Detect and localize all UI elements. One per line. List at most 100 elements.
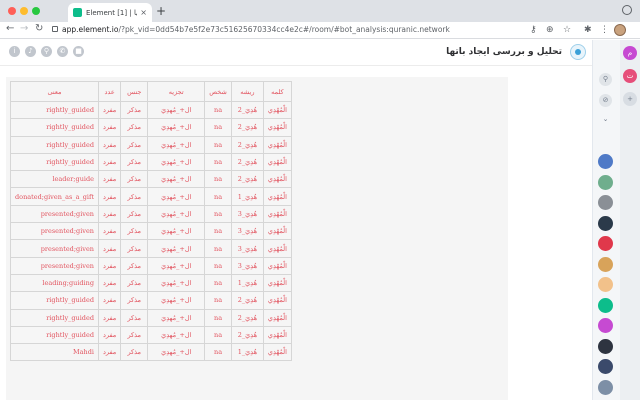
table-cell: هُدِيَ_2 [230, 152, 264, 172]
new-tab-button[interactable]: + [156, 4, 166, 18]
table-cell: ال+_مُهدِيَ [147, 256, 206, 275]
table-cell: na [204, 187, 232, 206]
table-cell: مذكر [120, 325, 149, 345]
room-name[interactable]: تحليل و بررسى ايجاد باتها [446, 47, 562, 57]
room-avatar[interactable] [570, 44, 586, 60]
star-icon[interactable]: ☆ [563, 25, 571, 35]
table-row: rightly_guided مفرد مذكر ال+_مُهدِيَ na هُدِي… [10, 325, 292, 345]
space-item[interactable]: ت [623, 69, 637, 83]
back-arrow-icon[interactable]: ← [6, 23, 14, 34]
table-cell: leading;guiding [10, 273, 99, 293]
column-header: ريشه [230, 81, 264, 102]
zoom-icon[interactable]: ⊕ [546, 25, 554, 35]
table-cell: مفرد [97, 118, 122, 137]
table-cell: ال+_مُهدِيَ [147, 239, 206, 258]
table-cell: na [204, 204, 232, 224]
table-cell: Mahdi [10, 343, 99, 362]
profile-avatar[interactable] [614, 24, 626, 36]
room-list-avatar[interactable] [598, 297, 613, 313]
window-close-button[interactable] [8, 7, 16, 15]
table-cell: مذكر [120, 273, 149, 293]
room-list-avatar[interactable] [598, 154, 613, 169]
table-cell: هُدِيَ_2 [230, 118, 264, 137]
table-cell: هُدِيَ_1 [230, 343, 264, 362]
room-list-avatar[interactable] [598, 277, 613, 292]
browser-tab[interactable]: Element [1] | تحليل و بررسى ايجاد باتها … [68, 3, 152, 22]
table-body: rightly_guided مفرد مذكر ال+_مُهدِيَ na هُدِي… [10, 100, 292, 362]
table-cell: na [204, 291, 232, 310]
phone-icon[interactable]: ✆ [57, 46, 68, 57]
table-cell: الْمُهْدِي [262, 308, 292, 327]
video-icon[interactable]: ■ [73, 46, 84, 57]
browser-toolbar: ← → ↻ app.element.io/?pk_vid=0dd54b7e5f2… [0, 22, 640, 39]
table-cell: rightly_guided [10, 118, 99, 137]
table-cell: الْمُهْدِي [262, 239, 292, 258]
table-cell: na [204, 152, 232, 172]
lock-icon[interactable] [52, 26, 58, 32]
add-space-icon[interactable]: + [623, 92, 637, 106]
extension-icon[interactable]: ✱ [584, 25, 592, 35]
table-row: presented;given مفرد مذكر ال+_مُهدِيَ na هُدِ… [10, 256, 292, 275]
room-list-avatar[interactable] [598, 338, 613, 354]
table-row: presented;given مفرد مذكر ال+_مُهدِيَ na هُدِ… [10, 222, 292, 241]
column-header: شخص [204, 81, 232, 102]
table-cell: ال+_مُهدِيَ [147, 152, 206, 172]
table-cell: na [204, 118, 232, 137]
table-cell: rightly_guided [10, 135, 99, 154]
room-list-avatar[interactable] [598, 174, 613, 190]
table-cell: leader;guide [10, 170, 99, 189]
tab-close-icon[interactable]: × [140, 8, 147, 17]
element-favicon-icon [73, 8, 82, 17]
reload-icon[interactable]: ↻ [35, 23, 43, 34]
key-icon[interactable]: ⚷ [530, 25, 537, 35]
menu-icon[interactable]: ⋮ [600, 25, 609, 35]
table-cell: الْمُهْدِي [262, 256, 292, 275]
message-timeline[interactable]: معنى عدد جنس تجزيه شخص ريشه کلمه rightly… [0, 67, 592, 400]
address-bar[interactable]: app.element.io/?pk_vid=0dd54b7e5f2e73c51… [62, 25, 450, 34]
room-list-avatar[interactable] [598, 359, 613, 374]
table-cell: na [204, 222, 232, 241]
bot-analysis-table: معنى عدد جنس تجزيه شخص ريشه کلمه rightly… [10, 81, 292, 362]
table-cell: ال+_مُهدِيَ [147, 118, 206, 137]
table-cell: مفرد [97, 100, 122, 120]
collapse-chevron-icon[interactable]: ⌄ [599, 113, 612, 126]
table-cell: مذكر [120, 118, 149, 137]
space-item[interactable]: م [623, 46, 637, 60]
table-cell: مفرد [97, 343, 122, 362]
table-cell: الْمُهْدِي [262, 152, 292, 172]
table-row: presented;given مفرد مذكر ال+_مُهدِيَ na هُدِ… [10, 204, 292, 224]
table-cell: مذكر [120, 343, 149, 362]
info-icon[interactable]: i [9, 46, 20, 57]
table-cell: ال+_مُهدِيَ [147, 135, 206, 154]
table-cell: na [204, 325, 232, 345]
search-icon[interactable]: ⚲ [41, 46, 52, 57]
room-list-avatar[interactable] [598, 318, 613, 333]
room-list-avatar[interactable] [598, 195, 613, 210]
table-cell: presented;given [10, 239, 99, 258]
column-header: تجزيه [147, 81, 206, 102]
tab-search-icon[interactable] [622, 5, 632, 15]
table-cell: na [204, 170, 232, 189]
room-list-avatar[interactable] [598, 256, 613, 272]
table-row: rightly_guided مفرد مذكر ال+_مُهدِيَ na هُدِي… [10, 100, 292, 120]
bell-icon[interactable]: ♪ [25, 46, 36, 57]
room-search-icon[interactable]: ⚲ [599, 73, 612, 86]
table-cell: na [204, 273, 232, 293]
table-cell: rightly_guided [10, 291, 99, 310]
table-row: leading;guiding مفرد مذكر ال+_مُهدِيَ na هُدِ… [10, 273, 292, 293]
room-list-avatar[interactable] [598, 379, 613, 395]
table-cell: الْمُهْدِي [262, 291, 292, 310]
window-minimize-button[interactable] [20, 7, 28, 15]
table-cell: هُدِيَ_3 [230, 256, 264, 275]
table-cell: هُدِيَ_1 [230, 187, 264, 206]
room-list-avatar[interactable] [598, 236, 613, 251]
forward-arrow-icon[interactable]: → [20, 23, 28, 34]
explore-rooms-icon[interactable]: ⊘ [599, 94, 612, 107]
element-app: i ♪ ⚲ ✆ ■ تحليل و بررسى ايجاد باتها معنى… [0, 40, 640, 400]
window-zoom-button[interactable] [32, 7, 40, 15]
room-list-avatar[interactable] [598, 215, 613, 231]
table-cell: هُدِيَ_2 [230, 291, 264, 310]
table-row: rightly_guided مفرد مذكر ال+_مُهدِيَ na هُدِي… [10, 135, 292, 154]
table-cell: مفرد [97, 222, 122, 241]
table-cell: الْمُهْدِي [262, 222, 292, 241]
